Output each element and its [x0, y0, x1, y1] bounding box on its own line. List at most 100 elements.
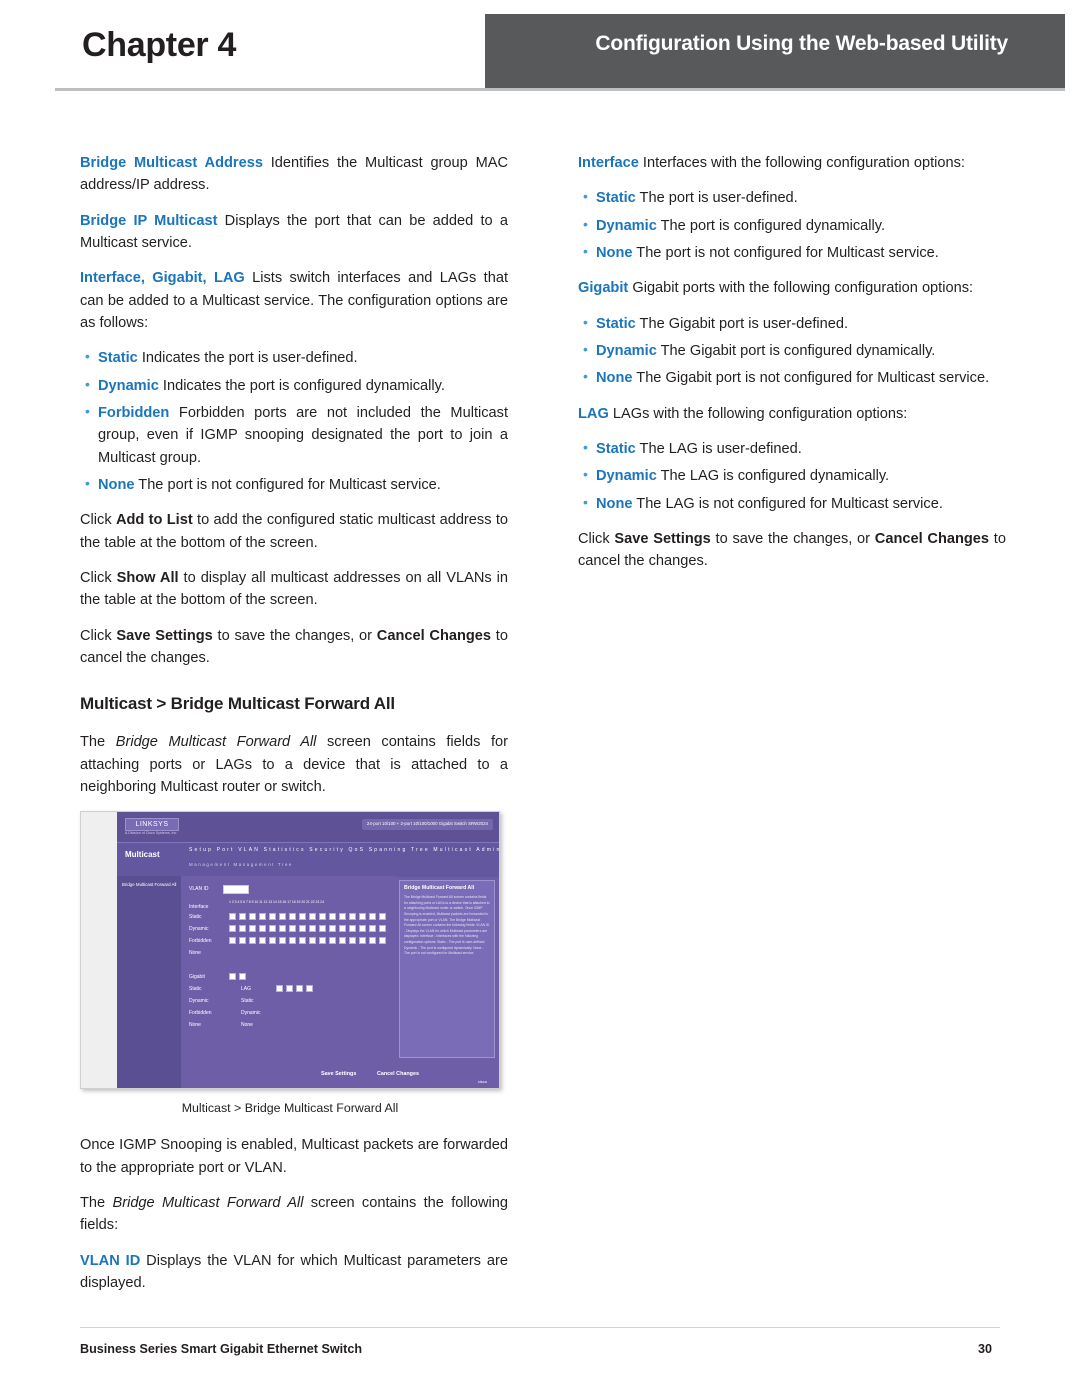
screenshot-sidebar[interactable]: Bridge Multicast Forward All [117, 876, 181, 1089]
checkbox-cell[interactable] [239, 925, 246, 933]
checkbox-cell[interactable] [276, 985, 283, 993]
checkbox-cell[interactable] [296, 985, 303, 993]
bullet-term: Static [596, 315, 636, 332]
list-item: Static Indicates the port is user-define… [80, 346, 508, 369]
list-item: Dynamic The LAG is configured dynamicall… [578, 464, 1006, 487]
checkbox-cell[interactable] [309, 925, 316, 933]
checkbox-cell[interactable] [329, 937, 336, 945]
checkbox-cell[interactable] [249, 925, 256, 933]
checkbox-cell[interactable] [369, 925, 376, 933]
checkbox-cell[interactable] [349, 913, 356, 921]
checkbox-cell[interactable] [379, 913, 386, 921]
row-label-static: Static [189, 914, 202, 921]
click-prefix: Click [578, 530, 615, 547]
checkbox-cell[interactable] [306, 985, 313, 993]
chapter-label: Chapter [82, 26, 209, 64]
checkbox-cell[interactable] [299, 925, 306, 933]
device-model-label: 24-port 10/100 + 2-port 10/100/1000 Giga… [361, 819, 493, 830]
checkbox-cell[interactable] [329, 913, 336, 921]
screenshot-content-pane: VLAN ID Interface 1 2 3 4 5 6 7 8 9 10 1… [181, 876, 397, 1063]
checkbox-cell[interactable] [339, 937, 346, 945]
figure-screenshot: LINKSYS A Division of Cisco Systems, Inc… [80, 811, 532, 1118]
checkbox-cell[interactable] [379, 937, 386, 945]
paragraph-gigabit: Gigabit Gigabit ports with the following… [578, 277, 1006, 299]
checkbox-cell[interactable] [319, 937, 326, 945]
checkbox-cell[interactable] [369, 913, 376, 921]
term-bridge-multicast-address: Bridge Multicast Address [80, 155, 263, 171]
sidebar-item-bridge-multicast-forward-all[interactable]: Bridge Multicast Forward All [122, 882, 176, 889]
screen-name-italic: Bridge Multicast Forward All [115, 734, 317, 751]
checkbox-cell[interactable] [279, 913, 286, 921]
row-label-static-gig: Static [189, 986, 202, 993]
checkbox-cell[interactable] [319, 925, 326, 933]
list-item: None The port is not configured for Mult… [578, 241, 1006, 264]
checkbox-cell[interactable] [289, 925, 296, 933]
checkbox-cell[interactable] [359, 937, 366, 945]
checkbox-cell[interactable] [279, 925, 286, 933]
checkbox-cell[interactable] [229, 973, 236, 981]
paragraph-vlan-id: VLAN ID Displays the VLAN for which Mult… [80, 1250, 508, 1295]
screen-name-italic: Bridge Multicast Forward All [112, 1194, 304, 1211]
cancel-changes-button[interactable]: Cancel Changes [377, 1070, 419, 1078]
list-item: Dynamic Indicates the port is configured… [80, 374, 508, 397]
checkbox-cell[interactable] [269, 913, 276, 921]
paragraph-add-to-list: Click Add to List to add the configured … [80, 509, 508, 554]
checkbox-cell[interactable] [289, 913, 296, 921]
cancel-changes-button-label: Cancel Changes [874, 530, 990, 547]
checkbox-cell[interactable] [349, 925, 356, 933]
save-settings-button[interactable]: Save Settings [321, 1070, 356, 1078]
checkbox-cell[interactable] [349, 937, 356, 945]
checkbox-cell[interactable] [249, 913, 256, 921]
checkbox-cell[interactable] [379, 925, 386, 933]
checkbox-cell[interactable] [229, 925, 236, 933]
row-label-static-lag: Static [241, 998, 254, 1005]
checkbox-cell[interactable] [239, 913, 246, 921]
bullet-text: Indicates the port is configured dynamic… [162, 377, 445, 394]
checkbox-cell[interactable] [229, 937, 236, 945]
ui-screenshot-frame: LINKSYS A Division of Cisco Systems, Inc… [80, 811, 532, 1090]
intro-prefix: The [80, 734, 116, 751]
checkbox-cell[interactable] [299, 937, 306, 945]
checkbox-cell[interactable] [279, 937, 286, 945]
checkbox-cell[interactable] [259, 925, 266, 933]
checkbox-cell[interactable] [329, 925, 336, 933]
term-vlan-id: VLAN ID [80, 1252, 141, 1269]
lag-label: LAG [241, 986, 252, 993]
menu-row-secondary[interactable]: Management Management Tree [189, 862, 293, 869]
checkbox-cell[interactable] [359, 925, 366, 933]
checkbox-cell[interactable] [289, 937, 296, 945]
bullet-term: Static [98, 350, 138, 367]
checkbox-cell[interactable] [359, 913, 366, 921]
checkbox-cell[interactable] [259, 913, 266, 921]
checkbox-cell[interactable] [249, 937, 256, 945]
list-item: None The port is not configured for Mult… [80, 473, 508, 496]
checkbox-cell[interactable] [239, 937, 246, 945]
left-column: Bridge Multicast Address Identifies the … [80, 152, 532, 1307]
checkbox-cell[interactable] [259, 937, 266, 945]
paragraph-forward-all-intro: The Bridge Multicast Forward All screen … [80, 731, 508, 798]
checkbox-cell[interactable] [309, 913, 316, 921]
bullet-term: Dynamic [596, 342, 657, 359]
checkbox-cell[interactable] [269, 937, 276, 945]
add-to-list-button-label: Add to List [115, 512, 193, 529]
screenshot-help-pane: Bridge Multicast Forward All The Bridge … [399, 880, 495, 1059]
checkbox-cell[interactable] [269, 925, 276, 933]
checkbox-cell[interactable] [319, 913, 326, 921]
checkbox-cell[interactable] [339, 913, 346, 921]
checkbox-cell[interactable] [239, 973, 246, 981]
save-settings-button-label: Save Settings [614, 530, 711, 547]
click-prefix: Click [80, 627, 117, 644]
checkbox-cell[interactable] [309, 937, 316, 945]
vlan-id-select[interactable] [223, 885, 249, 895]
save-mid-text: to save the changes, or [212, 627, 377, 644]
checkbox-cell[interactable] [229, 913, 236, 921]
row-label-dynamic: Dynamic [189, 926, 209, 933]
checkbox-cell[interactable] [369, 937, 376, 945]
header-bar-shadow [55, 88, 1065, 91]
checkbox-cell[interactable] [299, 913, 306, 921]
screenshot-menubar[interactable]: Multicast Setup Port VLAN Statistics Sec… [117, 842, 532, 878]
checkbox-cell[interactable] [339, 925, 346, 933]
checkbox-cell[interactable] [286, 985, 293, 993]
menu-row-primary[interactable]: Setup Port VLAN Statistics Security QoS … [189, 847, 535, 855]
bullet-term: Static [596, 440, 636, 457]
